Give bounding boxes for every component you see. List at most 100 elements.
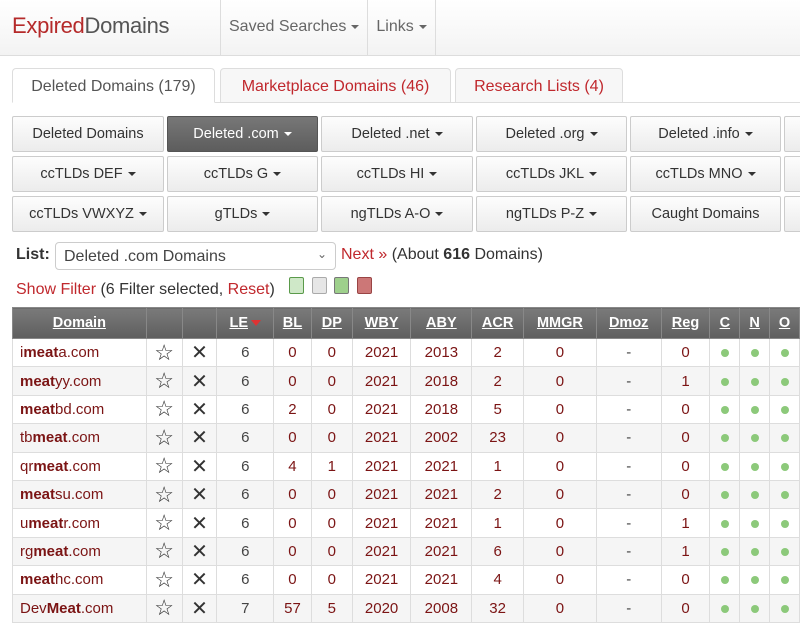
- close-icon[interactable]: ✕: [191, 342, 208, 364]
- sort-desc-icon: [251, 320, 261, 327]
- star-icon[interactable]: ☆: [154, 453, 174, 478]
- close-icon[interactable]: ✕: [191, 456, 208, 478]
- column-header[interactable]: ABY: [410, 307, 473, 339]
- reset-link[interactable]: Reset: [228, 281, 270, 298]
- star-icon[interactable]: ☆: [154, 510, 174, 535]
- document-icon[interactable]: [312, 277, 327, 294]
- star-icon[interactable]: ☆: [154, 340, 174, 365]
- category-button[interactable]: [784, 196, 800, 232]
- domain-link[interactable]: umeatr.com: [12, 508, 147, 538]
- nav-links[interactable]: Links: [367, 0, 436, 55]
- domain-link[interactable]: qrmeat.com: [12, 451, 147, 481]
- category-button[interactable]: ngTLDs A-O: [321, 196, 473, 232]
- close-icon[interactable]: ✕: [191, 427, 208, 449]
- column-header[interactable]: Reg: [660, 307, 711, 339]
- cell-dmoz: -: [595, 565, 662, 595]
- close-icon[interactable]: ✕: [191, 598, 208, 620]
- column-header[interactable]: LE: [216, 307, 275, 339]
- cell-bl: 0: [273, 423, 312, 453]
- cell-bl: 0: [273, 508, 312, 538]
- domain-link[interactable]: rgmeat.com: [12, 536, 147, 567]
- star-icon[interactable]: ☆: [154, 538, 174, 563]
- list-select[interactable]: Deleted .com Domains ⌄: [55, 242, 336, 270]
- star-icon[interactable]: ☆: [154, 396, 174, 421]
- cell-bl: 57: [273, 593, 312, 623]
- domain-link[interactable]: imeata.com: [12, 337, 147, 368]
- tab-research-lists[interactable]: Research Lists (4): [455, 68, 623, 103]
- close-icon[interactable]: ✕: [191, 484, 208, 506]
- available-dot-icon: [750, 519, 759, 528]
- status-cell: [769, 394, 800, 425]
- category-button[interactable]: Deleted .com: [167, 116, 318, 152]
- column-header[interactable]: N: [739, 307, 771, 339]
- close-icon[interactable]: ✕: [191, 541, 208, 563]
- clipboard-icon[interactable]: [357, 277, 372, 294]
- nav-saved-searches[interactable]: Saved Searches: [220, 0, 367, 55]
- domain-link[interactable]: DevMeat.com: [12, 593, 147, 623]
- column-header[interactable]: O: [769, 307, 800, 339]
- cell-wby: 2020: [351, 593, 412, 623]
- save-icon[interactable]: [334, 277, 349, 294]
- category-button[interactable]: ngTLDs P-Z: [476, 196, 627, 232]
- close-icon[interactable]: ✕: [191, 399, 208, 421]
- column-header[interactable]: C: [709, 307, 741, 339]
- star-icon[interactable]: ☆: [154, 482, 174, 507]
- column-header[interactable]: MMGR: [523, 307, 597, 339]
- domain-keyword: Meat: [46, 599, 81, 617]
- star-icon[interactable]: ☆: [154, 567, 174, 592]
- column-header[interactable]: Domain: [12, 307, 147, 339]
- watch-cell: ☆: [145, 536, 183, 567]
- available-dot-icon: [750, 462, 759, 471]
- close-icon[interactable]: ✕: [191, 371, 208, 393]
- csv-export-icon[interactable]: [289, 277, 304, 294]
- domain-link[interactable]: meatyy.com: [12, 366, 147, 396]
- category-button[interactable]: [784, 156, 800, 192]
- star-icon[interactable]: ☆: [154, 368, 174, 393]
- category-button[interactable]: Deleted .info: [630, 116, 781, 152]
- category-button[interactable]: ccTLDs JKL: [476, 156, 627, 192]
- domain-link[interactable]: tbmeat.com: [12, 423, 147, 453]
- column-header[interactable]: Dmoz: [595, 307, 662, 339]
- category-button[interactable]: Caught Domains: [630, 196, 781, 232]
- category-button[interactable]: ccTLDs MNO: [630, 156, 781, 192]
- column-header[interactable]: BL: [273, 307, 312, 339]
- category-button[interactable]: ccTLDs G: [167, 156, 318, 192]
- category-button[interactable]: Deleted .org: [476, 116, 627, 152]
- category-button[interactable]: [784, 116, 800, 152]
- caret-down-icon: [283, 132, 292, 137]
- category-button[interactable]: ccTLDs VWXYZ: [12, 196, 164, 232]
- tab-deleted-domains[interactable]: Deleted Domains (179): [12, 68, 215, 103]
- hide-cell: ✕: [181, 565, 218, 595]
- caret-down-icon: [127, 172, 136, 177]
- domain-part: a.com: [58, 344, 100, 362]
- close-icon[interactable]: ✕: [191, 569, 208, 591]
- column-header[interactable]: ACR: [471, 307, 525, 339]
- status-cell: [709, 451, 741, 481]
- button-label: ngTLDs P-Z: [505, 206, 585, 222]
- show-filter-link[interactable]: Show Filter: [16, 281, 96, 298]
- category-button[interactable]: Deleted .net: [321, 116, 473, 152]
- button-label: Deleted .com: [193, 126, 279, 142]
- logo[interactable]: ExpiredDomains: [0, 0, 220, 55]
- caret-down-icon: [434, 132, 443, 137]
- next-link[interactable]: Next »: [341, 246, 387, 263]
- close-icon[interactable]: ✕: [191, 513, 208, 535]
- column-label: ACR: [481, 315, 514, 331]
- logo-part: Domains: [84, 13, 170, 38]
- category-button[interactable]: ccTLDs HI: [321, 156, 473, 192]
- available-dot-icon: [750, 604, 759, 613]
- tab-marketplace-domains[interactable]: Marketplace Domains (46): [220, 68, 451, 103]
- domain-link[interactable]: meatbd.com: [12, 394, 147, 425]
- filter-status: (6 Filter selected,: [96, 281, 228, 298]
- watch-cell: ☆: [145, 423, 183, 453]
- column-header[interactable]: DP: [310, 307, 353, 339]
- star-icon[interactable]: ☆: [154, 595, 174, 620]
- domain-link[interactable]: meatsu.com: [12, 479, 147, 510]
- domain-keyword: meat: [20, 372, 56, 390]
- domain-link[interactable]: meathc.com: [12, 565, 147, 595]
- category-button[interactable]: Deleted Domains: [12, 116, 164, 152]
- category-button[interactable]: gTLDs: [167, 196, 318, 232]
- star-icon[interactable]: ☆: [154, 425, 174, 450]
- column-header[interactable]: WBY: [351, 307, 412, 339]
- category-button[interactable]: ccTLDs DEF: [12, 156, 164, 192]
